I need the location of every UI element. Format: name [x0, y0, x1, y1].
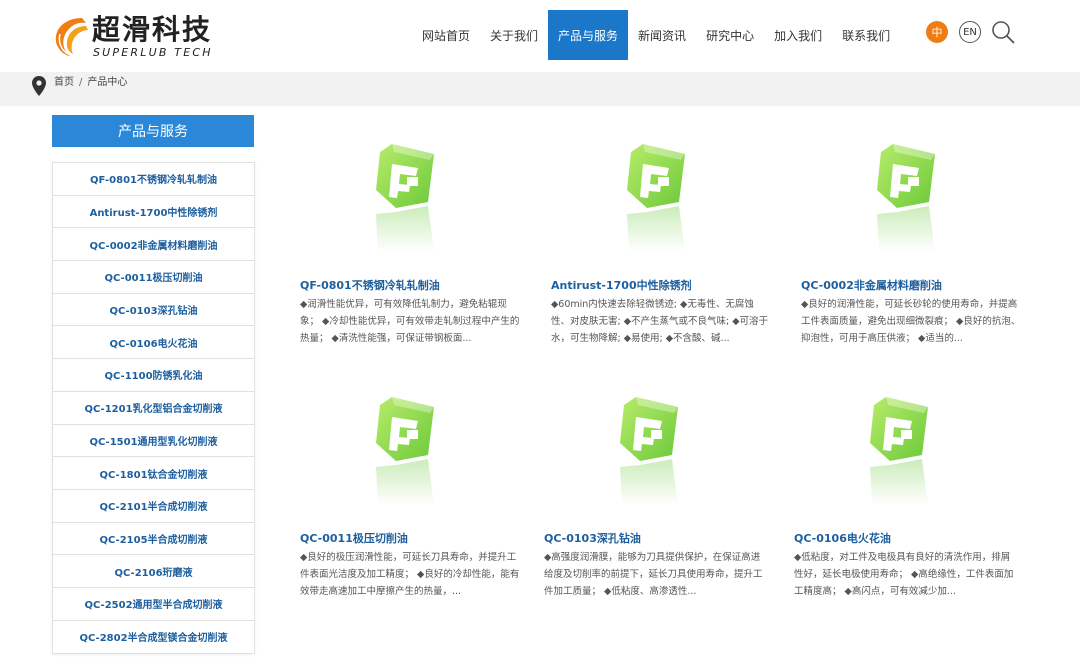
sidebar-item[interactable]: QF-0801不锈钢冷轧轧制油: [53, 163, 254, 196]
breadcrumb-current[interactable]: 产品中心: [87, 77, 127, 88]
product-description: ◆良好的极压润滑性能，可延长刀具寿命，并提升工件表面光洁度及加工精度； ◆良好的…: [300, 552, 520, 597]
main-nav: 网站首页 关于我们 产品与服务 新闻资讯 研究中心 加入我们 联系我们: [412, 10, 900, 60]
product-logo-icon[interactable]: [614, 393, 694, 511]
site-header: 超滑科技 SUPERLUB TECH 网站首页 关于我们 产品与服务 新闻资讯 …: [0, 0, 1080, 72]
product-description: ◆高强度润滑膜，能够为刀具提供保护，在保证高进给度及切削率的前提下，延长刀具使用…: [544, 552, 763, 597]
sidebar-item[interactable]: QC-1100防锈乳化油: [53, 359, 254, 392]
breadcrumb-bar: 首页 / 产品中心: [0, 72, 1080, 106]
nav-home[interactable]: 网站首页: [412, 10, 480, 60]
logo-chinese-text: 超滑科技: [92, 13, 213, 46]
product-title[interactable]: QC-0106电火花油: [794, 530, 891, 546]
lang-chinese-button[interactable]: 中: [926, 21, 948, 43]
product-title[interactable]: QF-0801不锈钢冷轧轧制油: [300, 277, 440, 293]
logo-english-text: SUPERLUB TECH: [93, 46, 213, 59]
sidebar-item[interactable]: QC-2106珩磨液: [53, 555, 254, 588]
nav-research[interactable]: 研究中心: [696, 10, 764, 60]
sidebar-item[interactable]: QC-2101半合成切削液: [53, 490, 254, 523]
sidebar-item[interactable]: QC-0002非金属材料磨削油: [53, 228, 254, 262]
sidebar-item[interactable]: QC-1801钛合金切削液: [53, 457, 254, 490]
nav-join[interactable]: 加入我们: [764, 10, 832, 60]
sidebar-item[interactable]: QC-0106电火花油: [53, 326, 254, 360]
product-description: ◆良好的润滑性能，可延长砂轮的使用寿命，并提高工件表面质量，避免出现细微裂痕； …: [801, 299, 1021, 344]
nav-contact[interactable]: 联系我们: [832, 10, 900, 60]
nav-about[interactable]: 关于我们: [480, 10, 548, 60]
product-logo-icon[interactable]: [370, 393, 450, 511]
logo-swirl-icon: [55, 18, 88, 56]
product-description: ◆低粘度，对工件及电极具有良好的清洗作用，排屑性好，延长电极使用寿命； ◆高绝缘…: [794, 552, 1014, 597]
product-description: ◆60min内快速去除轻微锈迹; ◆无毒性、无腐蚀性、对皮肤无害; ◆不产生蒸气…: [551, 299, 769, 344]
product-title[interactable]: QC-0103深孔钻油: [544, 530, 641, 546]
location-pin-icon: [32, 76, 46, 96]
product-description: ◆润滑性能优异，可有效降低轧制力，避免粘辊现象； ◆冷却性能优异，可有效带走轧制…: [300, 299, 520, 344]
product-logo-icon[interactable]: [864, 393, 944, 511]
lang-english-button[interactable]: EN: [959, 21, 981, 43]
sidebar-item[interactable]: QC-1201乳化型铝合金切削液: [53, 392, 254, 425]
search-icon[interactable]: [990, 19, 1016, 45]
sidebar-product-list: QF-0801不锈钢冷轧轧制油 Antirust-1700中性除锈剂 QC-00…: [52, 162, 255, 655]
sidebar-item[interactable]: Antirust-1700中性除锈剂: [53, 196, 254, 229]
nav-news[interactable]: 新闻资讯: [628, 10, 696, 60]
sidebar-item[interactable]: QC-1501通用型乳化切削液: [53, 425, 254, 458]
product-logo-icon[interactable]: [621, 140, 701, 258]
product-logo-icon[interactable]: [871, 140, 951, 258]
sidebar-item[interactable]: QC-2802半合成型镁合金切削液: [53, 621, 254, 654]
product-title[interactable]: QC-0011极压切削油: [300, 530, 408, 546]
sidebar-item[interactable]: QC-0011极压切削油: [53, 261, 254, 294]
nav-products[interactable]: 产品与服务: [548, 10, 629, 60]
breadcrumb-home[interactable]: 首页: [54, 77, 74, 88]
product-logo-icon[interactable]: [370, 140, 450, 258]
breadcrumb-separator: /: [79, 77, 83, 88]
sidebar-item[interactable]: QC-0103深孔钻油: [53, 294, 254, 327]
site-logo[interactable]: 超滑科技 SUPERLUB TECH: [52, 14, 222, 60]
sidebar-item[interactable]: QC-2502通用型半合成切削液: [53, 588, 254, 621]
sidebar-title: 产品与服务: [52, 115, 254, 147]
breadcrumb: 首页 / 产品中心: [54, 75, 127, 91]
sidebar-item[interactable]: QC-2105半合成切削液: [53, 523, 254, 556]
product-title[interactable]: QC-0002非金属材料磨削油: [801, 277, 942, 293]
product-title[interactable]: Antirust-1700中性除锈剂: [551, 277, 692, 293]
